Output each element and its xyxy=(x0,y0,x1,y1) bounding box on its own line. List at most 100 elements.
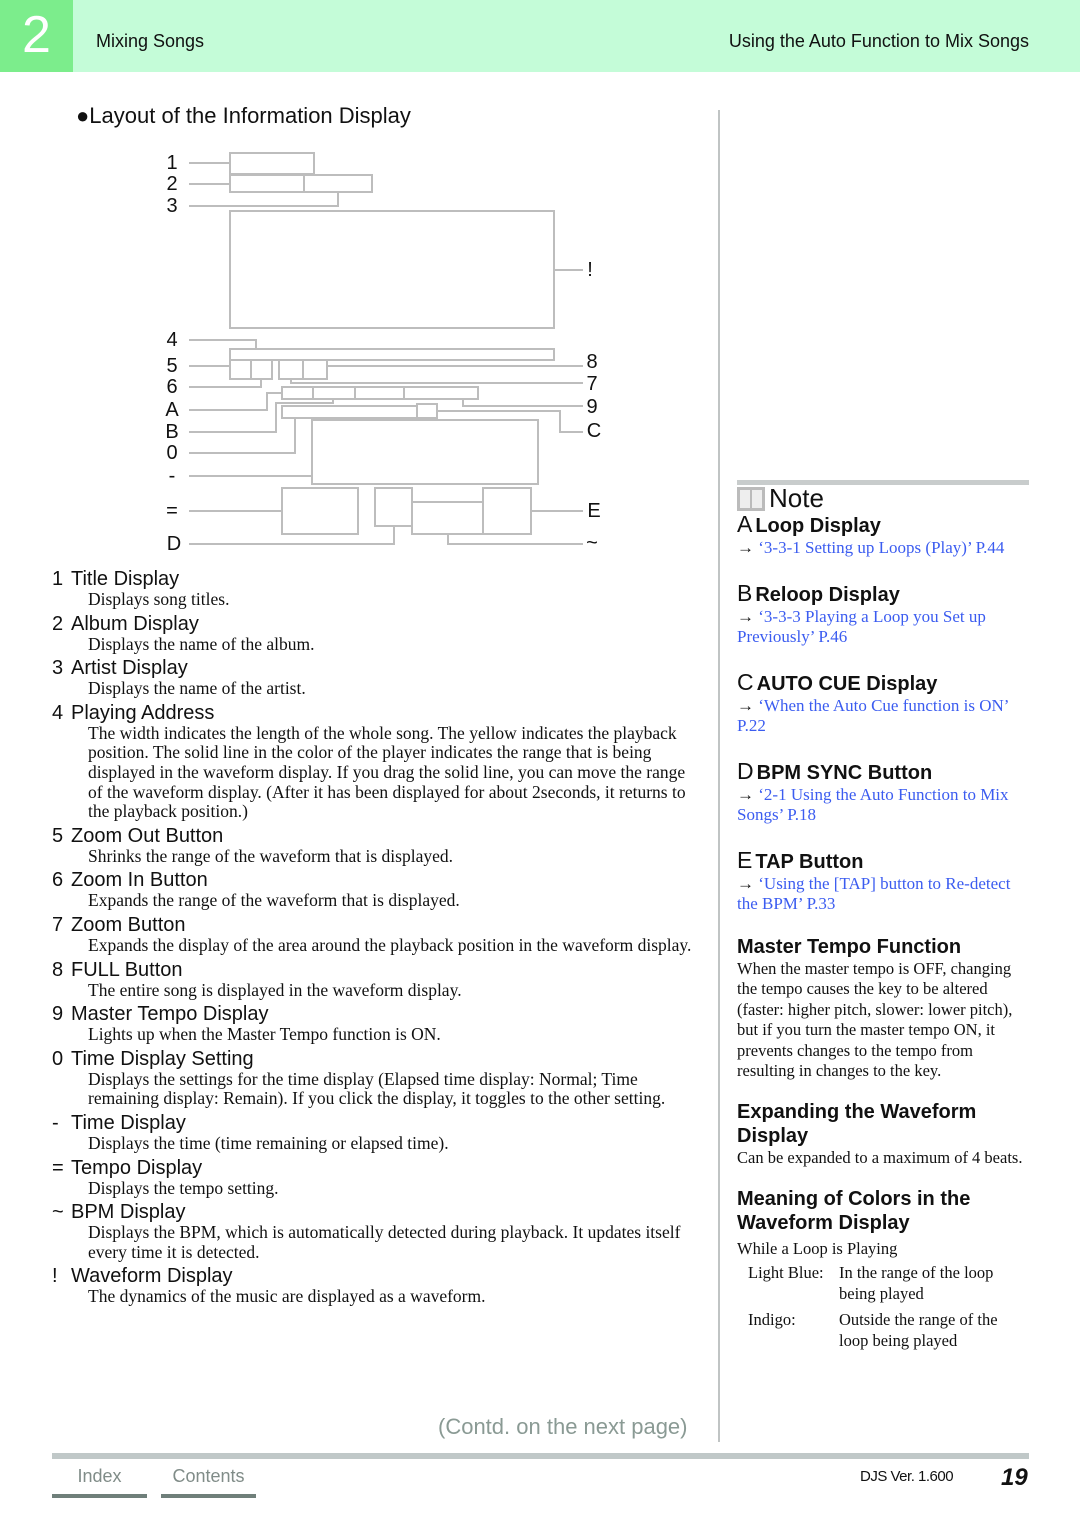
item-heading: - Time Display xyxy=(52,1112,702,1134)
item-entry: = Tempo Display Displays the tempo setting… xyxy=(52,1157,702,1199)
item-key: 7 xyxy=(52,913,64,936)
item-entry: - Time Display Displays the time (time rem… xyxy=(52,1112,702,1154)
item-title: Title Display xyxy=(71,568,180,590)
reference-link[interactable]: ‘3-3-1 Setting up Loops (Play)’ P.44 xyxy=(758,538,1004,557)
item-heading: 9 Master Tempo Display xyxy=(52,1003,702,1025)
page-header: 2 Mixing Songs Using the Auto Function t… xyxy=(0,0,1080,72)
item-key: 3 xyxy=(52,657,64,680)
item-title: BPM Display xyxy=(71,1201,186,1224)
information-display-diagram xyxy=(189,152,583,545)
item-key: 2 xyxy=(52,612,64,635)
chapter-title: Mixing Songs xyxy=(96,31,205,51)
item-title: Master Tempo Display xyxy=(71,1003,269,1026)
note-reference: D BPM SYNC Button → ‘2-1 Using the Auto Fu… xyxy=(737,759,1029,826)
item-description: Displays the name of the album. xyxy=(88,633,315,654)
chapter-number: 2 xyxy=(0,0,73,72)
diagram-label: 7 xyxy=(586,373,598,395)
tempo-box xyxy=(281,487,359,535)
diagram-label: E xyxy=(587,500,601,522)
item-title: Zoom Button xyxy=(71,913,186,936)
color-row: Light Blue: In the range of the loop bein… xyxy=(748,1263,994,1303)
item-title: Zoom Out Button xyxy=(71,824,224,847)
note-heading: D BPM SYNC Button xyxy=(737,757,933,784)
item-key: = xyxy=(52,1156,64,1179)
item-title: Tempo Display xyxy=(71,1156,203,1179)
color-row: Indigo: Outside the range of the loop bei… xyxy=(748,1310,998,1351)
item-entry: 9 Master Tempo Display Lights up when the … xyxy=(52,1003,702,1045)
reference-link[interactable]: ‘When the Auto Cue function is ON’ P.22 xyxy=(737,696,1008,736)
note-heading: C AUTO CUE Display xyxy=(737,668,938,695)
item-description: Displays the name of the artist. xyxy=(88,678,306,699)
item-description: Lights up when the Master Tempo function… xyxy=(88,1024,441,1045)
item-title: Zoom In Button xyxy=(71,869,208,892)
note-panel: Note A Loop Display → ‘3-3-1 Setting up Lo… xyxy=(737,480,1029,1358)
item-description: The dynamics of the music are displayed … xyxy=(88,1286,486,1307)
item-title: Waveform Display xyxy=(71,1265,233,1288)
item-heading: 4 Playing Address xyxy=(52,702,702,724)
item-key: 4 xyxy=(52,701,64,724)
item-heading: 5 Zoom Out Button xyxy=(52,825,702,847)
note-heading: Expanding the Waveform Display xyxy=(737,1101,977,1148)
reference-link[interactable]: ‘2-1 Using the Auto Function to Mix Song… xyxy=(737,785,1009,825)
master-tempo-note: Master Tempo Function When the master te… xyxy=(737,935,1029,1352)
note-heading: Meaning of Colors in the Waveform Displa… xyxy=(737,1187,971,1234)
item-entry: 7 Zoom Button Expands the display of the a… xyxy=(52,914,702,956)
item-entry: 3 Artist Display Displays the name of the … xyxy=(52,657,702,699)
page-number: 19 xyxy=(1001,1464,1028,1491)
diagram-label: 1 xyxy=(166,152,178,174)
note-reference: C AUTO CUE Display → ‘When the Auto Cue fu… xyxy=(737,670,1029,737)
diagram-label: 4 xyxy=(166,329,178,351)
item-title: Playing Address xyxy=(71,701,215,724)
index-link[interactable]: Index xyxy=(52,1466,147,1498)
item-key: 0 xyxy=(52,1047,64,1070)
item-description: Displays the time (time remaining or ela… xyxy=(88,1132,449,1153)
diagram-label: 9 xyxy=(586,396,598,418)
item-key: - xyxy=(52,1111,59,1134)
column-divider xyxy=(718,110,720,1442)
item-description: Displays the tempo setting. xyxy=(88,1177,279,1198)
note-heading: Master Tempo Function xyxy=(737,935,962,958)
note-body: Can be expanded to a maximum of 4 beats. xyxy=(737,1148,1023,1168)
item-heading: 1 Title Display xyxy=(52,568,702,590)
time-display-box xyxy=(311,419,539,485)
item-heading: = Tempo Display xyxy=(52,1157,702,1179)
note-heading: A Loop Display xyxy=(737,511,881,537)
item-heading: ~ BPM Display xyxy=(52,1201,702,1223)
diagram-label: ! xyxy=(587,259,593,281)
item-description: The width indicates the length of the wh… xyxy=(88,722,686,822)
diagram-label: 3 xyxy=(166,195,178,217)
reference-link[interactable]: ‘3-3-3 Playing a Loop you Set up Previou… xyxy=(737,607,986,647)
diagram-label: 6 xyxy=(166,376,178,398)
note-header: Note xyxy=(737,480,1029,513)
album-artist-box xyxy=(229,174,373,193)
diagram-label: 5 xyxy=(166,355,178,377)
item-heading: 8 FULL Button xyxy=(52,959,702,981)
item-entry: ! Waveform Display The dynamics of the mus… xyxy=(52,1265,702,1307)
contents-link[interactable]: Contents xyxy=(161,1466,256,1498)
waveform-box xyxy=(229,210,555,329)
arrow-right-icon: → xyxy=(737,606,754,626)
item-entry: 1 Title Display Displays song titles. xyxy=(52,568,702,610)
item-entry: 6 Zoom In Button Expands the range of the … xyxy=(52,869,702,911)
item-heading: 0 Time Display Setting xyxy=(52,1048,702,1070)
note-reference: A Loop Display → ‘3-3-1 Setting up Loops (… xyxy=(737,512,1029,559)
footer-rule xyxy=(52,1453,1029,1459)
note-heading: E TAP Button xyxy=(737,846,864,873)
item-description: Shrinks the range of the waveform that i… xyxy=(88,845,453,866)
arrow-right-icon: → xyxy=(737,538,754,557)
item-entry: ~ BPM Display Displays the BPM, which is a… xyxy=(52,1201,702,1262)
diagram-label: = xyxy=(166,500,178,522)
item-title: Artist Display xyxy=(71,657,188,680)
note-heading: B Reloop Display xyxy=(737,579,900,606)
arrow-right-icon: → xyxy=(737,873,754,893)
item-title: Album Display xyxy=(71,612,199,635)
item-key: 8 xyxy=(52,958,64,981)
reference-link[interactable]: ‘Using the [TAP] button to Re-detect the… xyxy=(737,874,1010,914)
item-description: The entire song is displayed in the wave… xyxy=(88,979,462,1000)
item-heading: 3 Artist Display xyxy=(52,657,702,679)
item-entry: 4 Playing Address The width indicates the … xyxy=(52,702,702,822)
diagram-label: - xyxy=(168,465,176,487)
diagram-label: B xyxy=(165,421,179,443)
item-entry: 5 Zoom Out Button Shrinks the range of the… xyxy=(52,825,702,867)
diagram-label: 2 xyxy=(166,173,178,195)
